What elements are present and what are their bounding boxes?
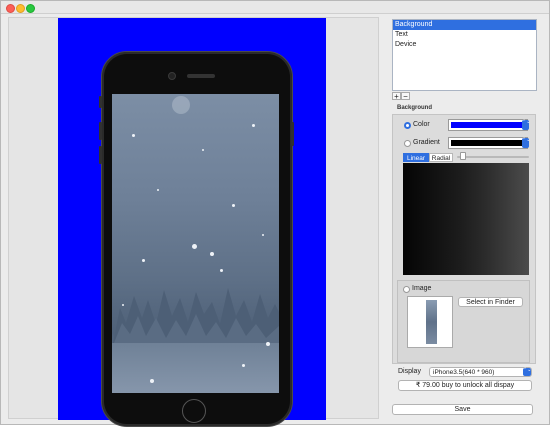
chevron-updown-icon: ⌃⌄ (523, 368, 531, 376)
image-radio[interactable] (403, 286, 410, 293)
forest-silhouette (112, 288, 279, 348)
remove-layer-button[interactable]: − (401, 92, 410, 101)
snowflake (122, 304, 124, 306)
layer-item-background[interactable]: Background (393, 20, 536, 30)
snow-ground (112, 343, 279, 393)
gradient-swatch (451, 140, 525, 146)
gradient-angle-slider-knob[interactable] (460, 152, 466, 160)
app-window: Background Text Device + − Background Co… (0, 0, 550, 427)
snowflake (150, 379, 154, 383)
color-swatch (451, 122, 525, 128)
tab-linear[interactable]: Linear (403, 153, 429, 162)
snowflake (266, 342, 270, 346)
home-button (182, 399, 206, 423)
snowflake (232, 204, 235, 207)
minimize-window-button[interactable] (16, 4, 25, 13)
color-well[interactable] (448, 119, 528, 131)
layer-item-device[interactable]: Device (393, 40, 536, 50)
snowflake (142, 259, 145, 262)
layer-item-text[interactable]: Text (393, 30, 536, 40)
volume-down-button (99, 146, 102, 164)
snowflake (262, 234, 264, 236)
thumbnail-preview (426, 300, 437, 344)
tab-radial[interactable]: Radial (429, 153, 453, 162)
image-thumbnail (407, 296, 453, 348)
add-layer-button[interactable]: + (392, 92, 401, 101)
purchase-button[interactable]: ₹ 79.00 buy to unlock all dispay (398, 380, 532, 391)
layer-list[interactable]: Background Text Device (392, 19, 537, 91)
snowflake (192, 244, 197, 249)
snowflake (252, 124, 255, 127)
gradient-color-well[interactable] (448, 137, 528, 149)
gradient-angle-slider-track (457, 156, 529, 158)
gradient-preview (403, 163, 529, 275)
display-label: Display (398, 368, 421, 375)
select-in-finder-button[interactable]: Select in Finder (458, 297, 523, 307)
save-button[interactable]: Save (392, 404, 533, 415)
snowflake (172, 96, 190, 114)
gradient-radio[interactable] (404, 140, 411, 147)
snowflake (210, 252, 214, 256)
color-option-label: Color (413, 121, 430, 128)
device-screen-wallpaper (112, 94, 279, 393)
gradient-popup-arrow[interactable]: ⌃⌄ (522, 138, 530, 148)
close-window-button[interactable] (6, 4, 15, 13)
snowflake (157, 189, 159, 191)
color-popup-arrow[interactable]: ⌃⌄ (522, 120, 530, 130)
title-bar (1, 1, 549, 14)
mute-switch (99, 96, 102, 108)
speaker-grille (187, 74, 215, 78)
background-section-title: Background (397, 105, 433, 111)
front-camera (168, 72, 176, 80)
zoom-window-button[interactable] (26, 4, 35, 13)
snowflake (202, 149, 204, 151)
volume-up-button (99, 122, 102, 140)
display-selected-value: iPhone3.5(640 * 960) (433, 369, 495, 376)
snowflake (242, 364, 245, 367)
display-select[interactable]: iPhone3.5(640 * 960) ⌃⌄ (429, 367, 532, 377)
image-option-label: Image (412, 285, 432, 292)
gradient-option-label: Gradient (413, 139, 440, 146)
snowflake (132, 134, 135, 137)
power-button (291, 122, 294, 146)
color-radio[interactable] (404, 122, 411, 129)
snowflake (220, 269, 223, 272)
